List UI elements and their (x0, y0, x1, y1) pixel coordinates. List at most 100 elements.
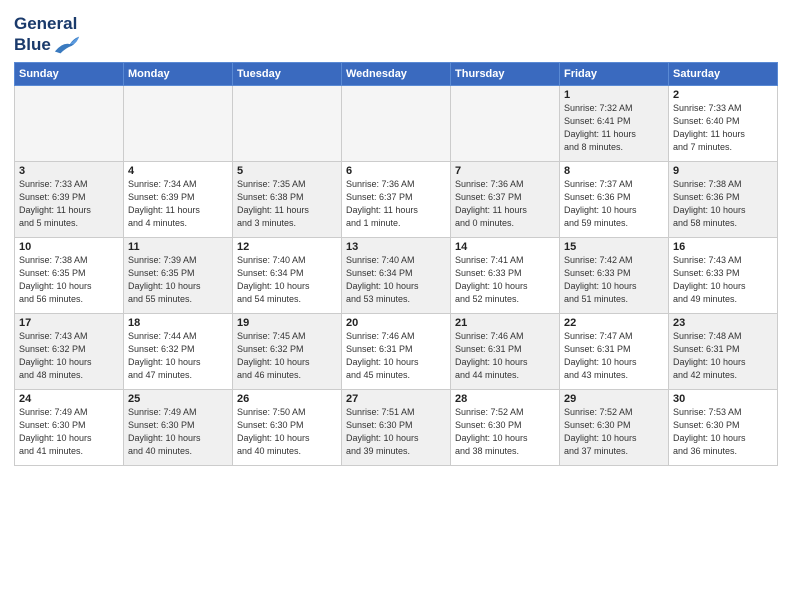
calendar-week-3: 10Sunrise: 7:38 AM Sunset: 6:35 PM Dayli… (15, 237, 778, 313)
day-number: 17 (19, 317, 119, 329)
page-container: General Blue SundayMondayTuesdayWednesda… (0, 0, 792, 474)
day-number: 13 (346, 241, 446, 253)
calendar-cell (124, 85, 233, 161)
weekday-header-saturday: Saturday (669, 62, 778, 85)
day-info: Sunrise: 7:42 AM Sunset: 6:33 PM Dayligh… (564, 254, 664, 306)
day-info: Sunrise: 7:45 AM Sunset: 6:32 PM Dayligh… (237, 330, 337, 382)
calendar-cell: 19Sunrise: 7:45 AM Sunset: 6:32 PM Dayli… (233, 313, 342, 389)
day-info: Sunrise: 7:52 AM Sunset: 6:30 PM Dayligh… (564, 406, 664, 458)
day-number: 6 (346, 165, 446, 177)
day-number: 19 (237, 317, 337, 329)
day-number: 9 (673, 165, 773, 177)
weekday-header-row: SundayMondayTuesdayWednesdayThursdayFrid… (15, 62, 778, 85)
logo-line2: Blue (14, 34, 81, 56)
day-number: 24 (19, 393, 119, 405)
calendar-cell (15, 85, 124, 161)
day-info: Sunrise: 7:39 AM Sunset: 6:35 PM Dayligh… (128, 254, 228, 306)
calendar-cell: 16Sunrise: 7:43 AM Sunset: 6:33 PM Dayli… (669, 237, 778, 313)
day-info: Sunrise: 7:34 AM Sunset: 6:39 PM Dayligh… (128, 178, 228, 230)
calendar-week-2: 3Sunrise: 7:33 AM Sunset: 6:39 PM Daylig… (15, 161, 778, 237)
day-info: Sunrise: 7:52 AM Sunset: 6:30 PM Dayligh… (455, 406, 555, 458)
calendar-cell: 24Sunrise: 7:49 AM Sunset: 6:30 PM Dayli… (15, 389, 124, 465)
day-info: Sunrise: 7:33 AM Sunset: 6:40 PM Dayligh… (673, 102, 773, 154)
day-info: Sunrise: 7:33 AM Sunset: 6:39 PM Dayligh… (19, 178, 119, 230)
calendar-cell: 21Sunrise: 7:46 AM Sunset: 6:31 PM Dayli… (451, 313, 560, 389)
calendar-cell (233, 85, 342, 161)
calendar-cell: 20Sunrise: 7:46 AM Sunset: 6:31 PM Dayli… (342, 313, 451, 389)
calendar-cell: 7Sunrise: 7:36 AM Sunset: 6:37 PM Daylig… (451, 161, 560, 237)
calendar-week-5: 24Sunrise: 7:49 AM Sunset: 6:30 PM Dayli… (15, 389, 778, 465)
day-number: 3 (19, 165, 119, 177)
weekday-header-thursday: Thursday (451, 62, 560, 85)
calendar-cell: 9Sunrise: 7:38 AM Sunset: 6:36 PM Daylig… (669, 161, 778, 237)
day-number: 14 (455, 241, 555, 253)
calendar-cell: 30Sunrise: 7:53 AM Sunset: 6:30 PM Dayli… (669, 389, 778, 465)
calendar-table: SundayMondayTuesdayWednesdayThursdayFrid… (14, 62, 778, 466)
day-number: 30 (673, 393, 773, 405)
day-number: 27 (346, 393, 446, 405)
weekday-header-friday: Friday (560, 62, 669, 85)
day-info: Sunrise: 7:44 AM Sunset: 6:32 PM Dayligh… (128, 330, 228, 382)
day-info: Sunrise: 7:49 AM Sunset: 6:30 PM Dayligh… (128, 406, 228, 458)
logo-bird-icon (53, 34, 81, 56)
calendar-cell (451, 85, 560, 161)
weekday-header-tuesday: Tuesday (233, 62, 342, 85)
day-number: 7 (455, 165, 555, 177)
day-info: Sunrise: 7:38 AM Sunset: 6:35 PM Dayligh… (19, 254, 119, 306)
day-info: Sunrise: 7:46 AM Sunset: 6:31 PM Dayligh… (455, 330, 555, 382)
day-number: 12 (237, 241, 337, 253)
calendar-week-4: 17Sunrise: 7:43 AM Sunset: 6:32 PM Dayli… (15, 313, 778, 389)
calendar-cell: 1Sunrise: 7:32 AM Sunset: 6:41 PM Daylig… (560, 85, 669, 161)
day-info: Sunrise: 7:47 AM Sunset: 6:31 PM Dayligh… (564, 330, 664, 382)
day-info: Sunrise: 7:36 AM Sunset: 6:37 PM Dayligh… (346, 178, 446, 230)
calendar-cell: 4Sunrise: 7:34 AM Sunset: 6:39 PM Daylig… (124, 161, 233, 237)
calendar-cell: 29Sunrise: 7:52 AM Sunset: 6:30 PM Dayli… (560, 389, 669, 465)
day-number: 25 (128, 393, 228, 405)
calendar-cell: 14Sunrise: 7:41 AM Sunset: 6:33 PM Dayli… (451, 237, 560, 313)
calendar-cell: 5Sunrise: 7:35 AM Sunset: 6:38 PM Daylig… (233, 161, 342, 237)
day-number: 11 (128, 241, 228, 253)
day-number: 10 (19, 241, 119, 253)
day-number: 15 (564, 241, 664, 253)
day-info: Sunrise: 7:46 AM Sunset: 6:31 PM Dayligh… (346, 330, 446, 382)
day-info: Sunrise: 7:41 AM Sunset: 6:33 PM Dayligh… (455, 254, 555, 306)
header: General Blue (14, 10, 778, 56)
calendar-cell: 18Sunrise: 7:44 AM Sunset: 6:32 PM Dayli… (124, 313, 233, 389)
day-info: Sunrise: 7:49 AM Sunset: 6:30 PM Dayligh… (19, 406, 119, 458)
day-number: 26 (237, 393, 337, 405)
weekday-header-monday: Monday (124, 62, 233, 85)
day-number: 28 (455, 393, 555, 405)
calendar-cell (342, 85, 451, 161)
calendar-cell: 28Sunrise: 7:52 AM Sunset: 6:30 PM Dayli… (451, 389, 560, 465)
day-number: 8 (564, 165, 664, 177)
calendar-cell: 26Sunrise: 7:50 AM Sunset: 6:30 PM Dayli… (233, 389, 342, 465)
calendar-cell: 27Sunrise: 7:51 AM Sunset: 6:30 PM Dayli… (342, 389, 451, 465)
day-info: Sunrise: 7:51 AM Sunset: 6:30 PM Dayligh… (346, 406, 446, 458)
logo-line1: General (14, 14, 81, 34)
calendar-cell: 17Sunrise: 7:43 AM Sunset: 6:32 PM Dayli… (15, 313, 124, 389)
day-number: 16 (673, 241, 773, 253)
day-number: 1 (564, 89, 664, 101)
calendar-cell: 12Sunrise: 7:40 AM Sunset: 6:34 PM Dayli… (233, 237, 342, 313)
day-number: 18 (128, 317, 228, 329)
weekday-header-wednesday: Wednesday (342, 62, 451, 85)
calendar-cell: 23Sunrise: 7:48 AM Sunset: 6:31 PM Dayli… (669, 313, 778, 389)
day-info: Sunrise: 7:40 AM Sunset: 6:34 PM Dayligh… (346, 254, 446, 306)
calendar-week-1: 1Sunrise: 7:32 AM Sunset: 6:41 PM Daylig… (15, 85, 778, 161)
day-number: 21 (455, 317, 555, 329)
day-info: Sunrise: 7:38 AM Sunset: 6:36 PM Dayligh… (673, 178, 773, 230)
logo: General Blue (14, 14, 81, 56)
day-number: 20 (346, 317, 446, 329)
weekday-header-sunday: Sunday (15, 62, 124, 85)
calendar-cell: 25Sunrise: 7:49 AM Sunset: 6:30 PM Dayli… (124, 389, 233, 465)
day-info: Sunrise: 7:36 AM Sunset: 6:37 PM Dayligh… (455, 178, 555, 230)
day-number: 22 (564, 317, 664, 329)
day-number: 4 (128, 165, 228, 177)
calendar-cell: 8Sunrise: 7:37 AM Sunset: 6:36 PM Daylig… (560, 161, 669, 237)
day-info: Sunrise: 7:35 AM Sunset: 6:38 PM Dayligh… (237, 178, 337, 230)
day-info: Sunrise: 7:43 AM Sunset: 6:33 PM Dayligh… (673, 254, 773, 306)
calendar-cell: 2Sunrise: 7:33 AM Sunset: 6:40 PM Daylig… (669, 85, 778, 161)
day-number: 5 (237, 165, 337, 177)
calendar-cell: 13Sunrise: 7:40 AM Sunset: 6:34 PM Dayli… (342, 237, 451, 313)
calendar-cell: 10Sunrise: 7:38 AM Sunset: 6:35 PM Dayli… (15, 237, 124, 313)
